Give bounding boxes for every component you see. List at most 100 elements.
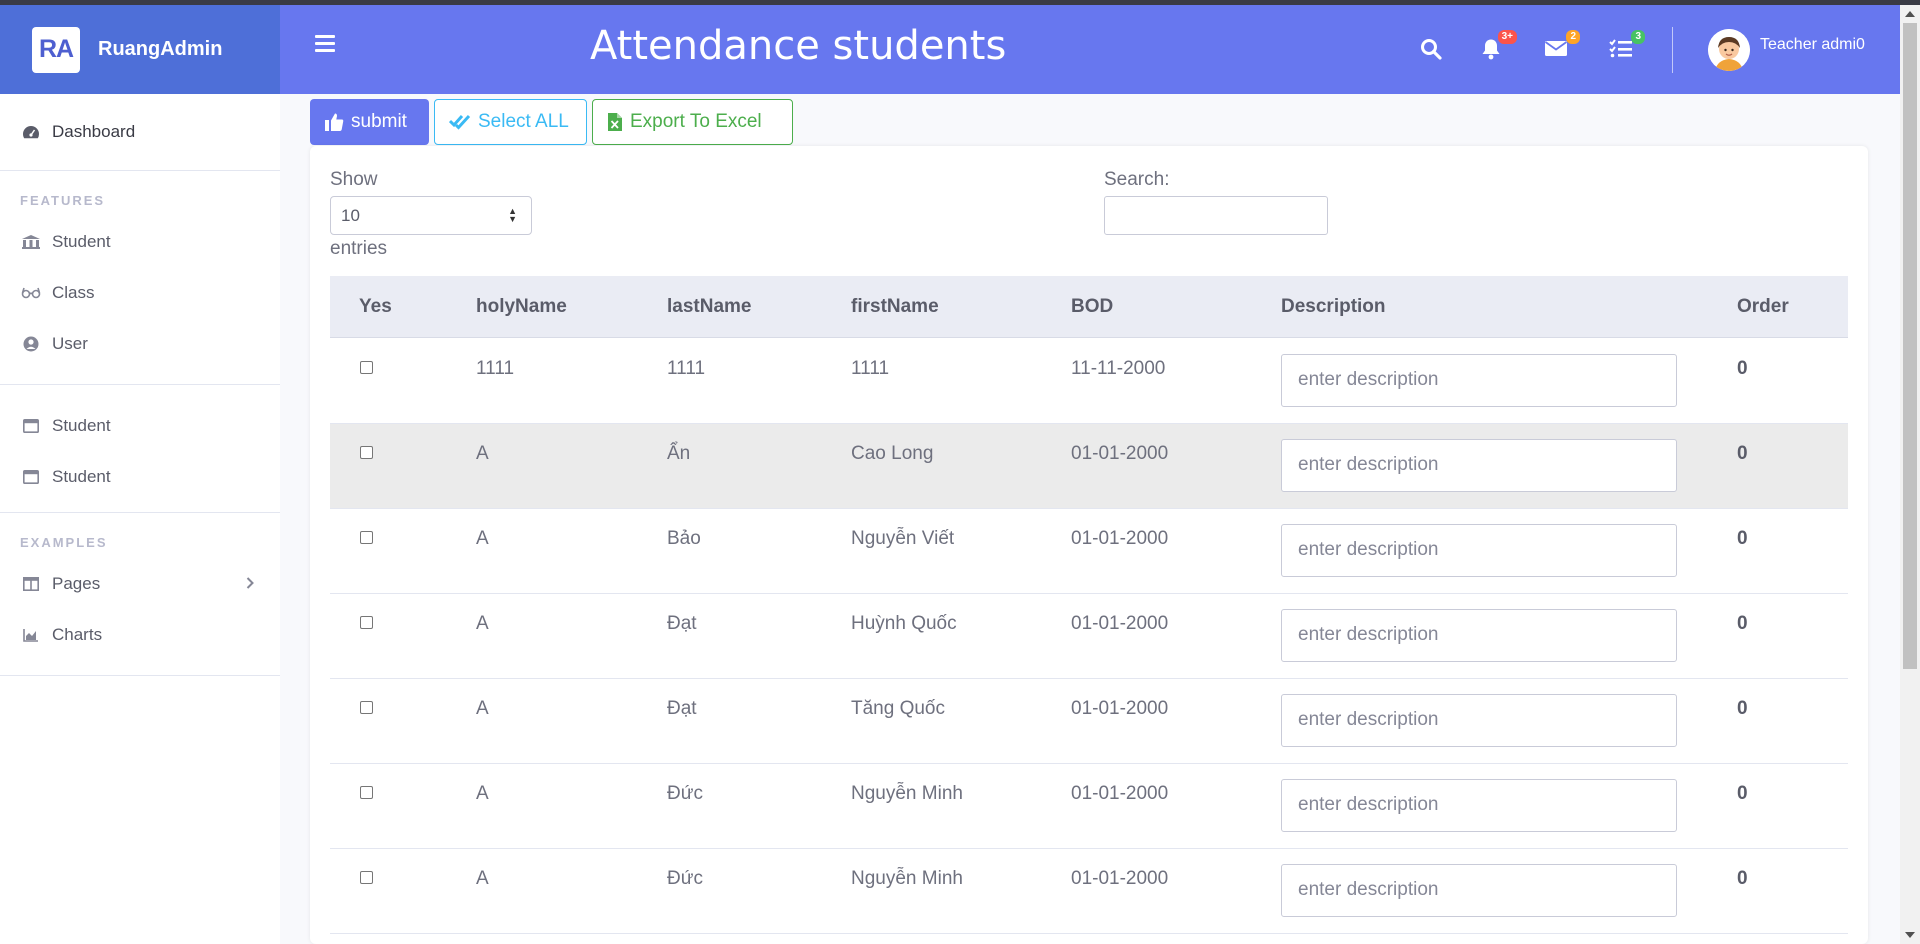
sidebar-item-label: Student (52, 231, 111, 251)
row-checkbox[interactable] (360, 531, 373, 544)
thumbs-up-icon (325, 113, 344, 131)
description-input[interactable]: enter description (1281, 609, 1677, 662)
cell-bod: 01-01-2000 (1071, 698, 1169, 719)
submit-button[interactable]: submit (310, 99, 429, 145)
columns-icon (20, 575, 42, 593)
cell-bod: 01-01-2000 (1071, 783, 1169, 804)
cell-order: 0 (1737, 868, 1748, 889)
description-input[interactable]: enter description (1281, 864, 1677, 917)
description-input[interactable]: enter description (1281, 779, 1677, 832)
cell-firstname: Nguyễn Minh (851, 868, 963, 889)
column-header-holyname[interactable]: holyName (476, 296, 567, 318)
select-all-button[interactable]: Select ALL (434, 99, 587, 145)
table-row: A Ẩn Cao Long 01-01-2000 enter descripti… (330, 424, 1848, 509)
user-avatar[interactable] (1708, 29, 1750, 71)
tasks-icon[interactable]: 3 (1609, 30, 1645, 60)
sidebar-item-student-3[interactable]: Student (0, 451, 280, 502)
cell-holyname: A (476, 528, 489, 549)
sidebar-brand[interactable]: RA RuangAdmin (0, 5, 280, 94)
window-icon (20, 417, 42, 435)
cell-bod: 01-01-2000 (1071, 443, 1169, 464)
envelope-icon[interactable]: 2 (1544, 30, 1580, 60)
cell-bod: 11-11-2000 (1071, 358, 1166, 379)
window-icon (20, 468, 42, 486)
cell-order: 0 (1737, 698, 1748, 719)
sidebar-item-user[interactable]: User (0, 318, 280, 369)
cell-firstname: Cao Long (851, 443, 934, 464)
brand-logo-text: RA (38, 35, 74, 63)
column-header-firstname[interactable]: firstName (851, 296, 939, 318)
search-input[interactable] (1104, 196, 1328, 235)
column-header-description[interactable]: Description (1281, 296, 1386, 318)
topbar: Attendance students 3+ 2 3 Teacher admi0 (280, 5, 1900, 94)
page-length-value: 10 (341, 206, 360, 225)
tasks-badge: 3 (1631, 30, 1645, 44)
sidebar-item-student[interactable]: Student (0, 216, 280, 267)
sidebar-item-label: Dashboard (52, 122, 136, 141)
description-input[interactable]: enter description (1281, 694, 1677, 747)
page-scrollbar[interactable] (1900, 5, 1920, 944)
entries-label: entries (330, 238, 388, 259)
row-checkbox[interactable] (360, 871, 373, 884)
cell-firstname: 1111 (851, 358, 890, 379)
table-row: 1111 1111 1111 11-11-2000 enter descript… (330, 339, 1848, 424)
column-header-lastname[interactable]: lastName (667, 296, 752, 318)
cell-bod: 01-01-2000 (1071, 868, 1169, 889)
show-label: Show (330, 169, 378, 190)
cell-holyname: A (476, 783, 489, 804)
row-checkbox[interactable] (360, 616, 373, 629)
sidebar-item-pages[interactable]: Pages (0, 558, 280, 609)
menu-toggle-icon[interactable] (315, 35, 335, 53)
export-excel-button[interactable]: Export To Excel (592, 99, 793, 145)
cell-lastname: Đạt (667, 698, 697, 719)
column-header-yes[interactable]: Yes (359, 296, 392, 318)
scroll-up-arrow-icon[interactable] (1905, 11, 1915, 17)
notifications-badge: 3+ (1497, 30, 1517, 44)
sidebar-heading-features: FEATURES (20, 193, 106, 208)
cell-order: 0 (1737, 528, 1748, 549)
submit-button-label: submit (351, 111, 407, 132)
chevron-right-icon (246, 573, 254, 594)
row-checkbox[interactable] (360, 446, 373, 459)
cell-holyname: A (476, 443, 489, 464)
row-checkbox[interactable] (360, 701, 373, 714)
scrollbar-thumb[interactable] (1903, 23, 1917, 669)
column-header-bod[interactable]: BOD (1071, 296, 1113, 318)
description-input[interactable]: enter description (1281, 524, 1677, 577)
scroll-down-arrow-icon[interactable] (1905, 932, 1915, 938)
column-header-order[interactable]: Order (1737, 296, 1789, 318)
glasses-icon (20, 284, 42, 302)
sidebar-item-dashboard[interactable]: Dashboard (0, 94, 280, 170)
select-all-button-label: Select ALL (478, 111, 569, 132)
user-name[interactable]: Teacher admi0 (1760, 36, 1865, 54)
row-checkbox[interactable] (360, 361, 373, 374)
sidebar-item-student-2[interactable]: Student (0, 400, 280, 451)
cell-firstname: Tăng Quốc (851, 698, 945, 719)
sidebar-item-charts[interactable]: Charts (0, 609, 280, 660)
row-checkbox[interactable] (360, 786, 373, 799)
table-header: Yes holyName lastName firstName BOD Desc… (330, 276, 1848, 338)
page-title: Attendance students (590, 23, 1007, 69)
cell-lastname: Đức (667, 868, 703, 889)
select-arrows-icon: ▲ ▼ (508, 206, 517, 224)
brand-logo: RA (32, 26, 80, 73)
sidebar-item-label: Student (52, 466, 111, 486)
cell-firstname: Nguyễn Minh (851, 783, 963, 804)
sidebar-item-class[interactable]: Class (0, 267, 280, 318)
brand-name: RuangAdmin (98, 38, 223, 60)
cell-lastname: Ẩn (667, 443, 691, 464)
description-input[interactable]: enter description (1281, 439, 1677, 492)
sidebar-item-label: User (52, 333, 88, 353)
page-length-select[interactable]: 10 ▲ ▼ (330, 196, 532, 235)
sidebar-item-label: Class (52, 282, 95, 302)
search-icon[interactable] (1420, 38, 1444, 60)
cell-order: 0 (1737, 358, 1748, 379)
tachometer-icon (20, 123, 42, 141)
chart-area-icon (20, 626, 42, 644)
university-icon (20, 233, 42, 251)
cell-firstname: Nguyễn Viết (851, 528, 955, 549)
description-input[interactable]: enter description (1281, 354, 1677, 407)
sidebar-divider (0, 675, 280, 676)
bell-icon[interactable]: 3+ (1481, 30, 1517, 60)
cell-lastname: 1111 (667, 358, 706, 379)
